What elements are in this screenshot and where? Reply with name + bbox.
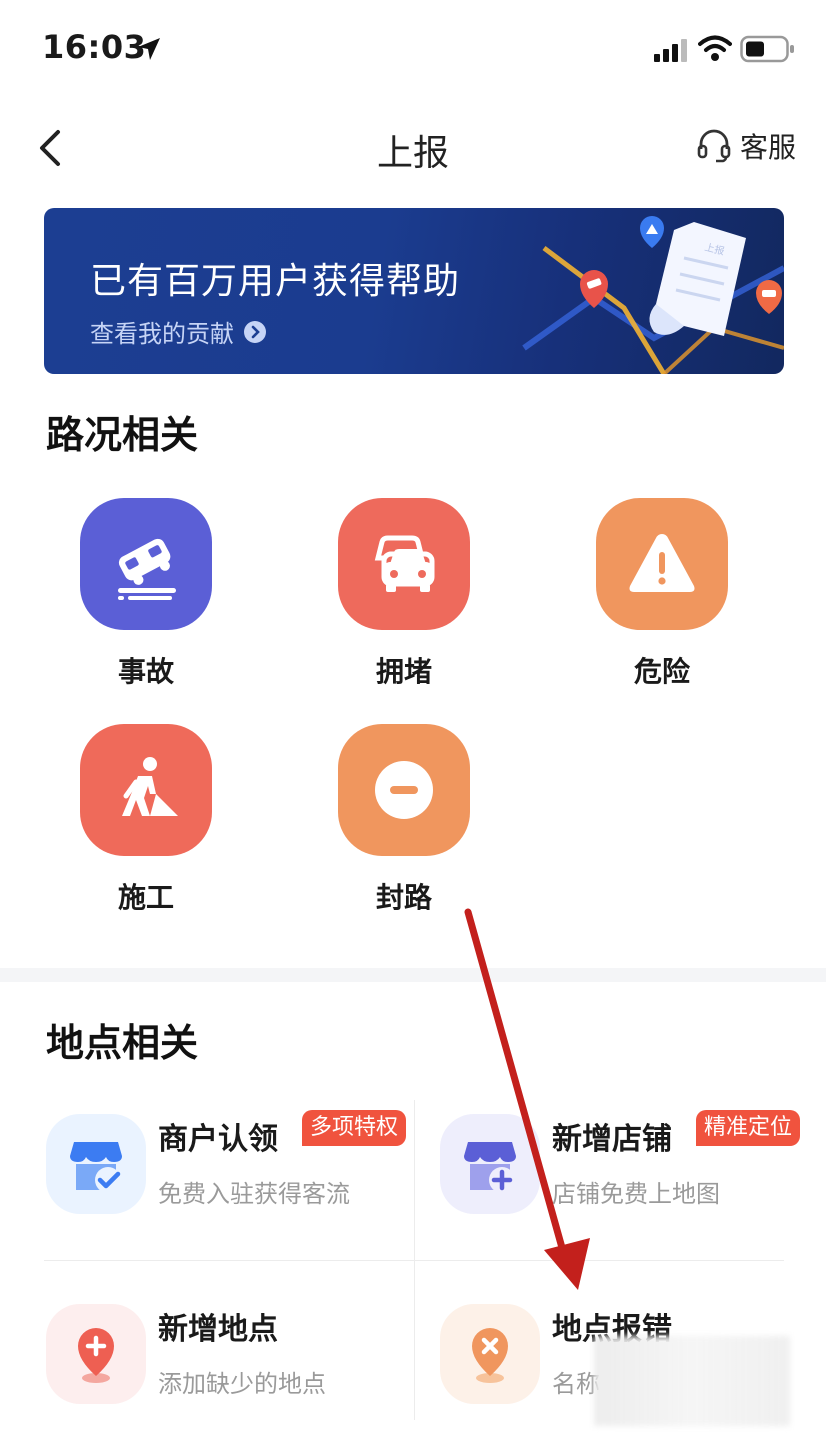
merchant-claim-subtitle: 免费入驻获得客流 — [158, 1180, 350, 1208]
customer-service-button[interactable]: 客服 — [696, 124, 796, 168]
add-store-badge: 精准定位 — [696, 1110, 801, 1146]
banner-link-text: 查看我的贡献 — [90, 320, 234, 348]
merchant-claim-icon-bg — [46, 1114, 146, 1214]
add-store-subtitle: 店铺免费上地图 — [552, 1180, 720, 1208]
danger-label: 危险 — [633, 655, 690, 688]
map-pin-blue-icon — [640, 216, 664, 248]
place-error-icon — [472, 1328, 508, 1383]
road-closed-tile — [338, 724, 470, 856]
place-error-icon-bg — [440, 1304, 540, 1404]
report-danger-button[interactable]: 危险 — [592, 498, 732, 698]
banner-illustration: 上报 — [522, 216, 784, 374]
add-place-icon-bg — [46, 1304, 146, 1404]
accident-label: 事故 — [117, 655, 174, 688]
headset-icon — [697, 129, 731, 163]
banner-title: 已有百万用户获得帮助 — [90, 261, 461, 302]
add-place-item[interactable]: 新增地点 添加缺少的地点 — [44, 1290, 414, 1451]
section-divider — [0, 968, 826, 982]
report-congestion-button[interactable]: 拥堵 — [334, 498, 474, 698]
customer-service-label: 客服 — [740, 131, 797, 164]
report-road-closed-button[interactable]: 封路 — [334, 724, 474, 924]
road-section-title: 路况相关 — [46, 413, 199, 457]
construction-label: 施工 — [117, 881, 174, 914]
danger-icon — [629, 534, 695, 592]
road-closed-label: 封路 — [375, 881, 432, 914]
add-store-icon-bg — [440, 1114, 540, 1214]
cellular-signal-icon — [654, 39, 687, 62]
report-slip-icon — [649, 222, 746, 336]
congestion-tile — [338, 498, 470, 630]
status-bar: 16:03 — [0, 0, 826, 100]
store-claim-icon — [70, 1142, 122, 1193]
add-place-title: 新增地点 — [158, 1312, 278, 1347]
nav-bar: 上报 客服 — [0, 110, 826, 190]
congestion-icon — [374, 535, 435, 592]
status-time: 16:03 — [42, 28, 147, 66]
place-section-title: 地点相关 — [46, 1021, 199, 1065]
danger-tile — [596, 498, 728, 630]
congestion-label: 拥堵 — [375, 655, 432, 688]
chevron-right-circle-icon — [244, 320, 266, 343]
report-accident-button[interactable]: 事故 — [76, 498, 216, 698]
location-arrow-icon — [138, 38, 160, 60]
add-store-title: 新增店铺 — [552, 1122, 672, 1157]
view-contribution-link[interactable]: 查看我的贡献 — [90, 314, 266, 349]
merchant-claim-item[interactable]: 商户认领 多项特权 免费入驻获得客流 — [44, 1100, 414, 1270]
place-error-subtitle: 名称 — [552, 1370, 600, 1398]
merchant-claim-badge: 多项特权 — [302, 1110, 407, 1146]
merchant-claim-title: 商户认领 — [158, 1122, 278, 1157]
store-add-icon — [464, 1142, 516, 1193]
accident-tile — [80, 498, 212, 630]
wifi-icon — [698, 35, 732, 61]
road-closed-icon — [375, 761, 433, 819]
accident-icon — [118, 538, 176, 600]
map-pin-orange-icon — [756, 280, 782, 314]
add-store-item[interactable]: 新增店铺 精准定位 店铺免费上地图 — [438, 1100, 808, 1270]
add-place-subtitle: 添加缺少的地点 — [158, 1370, 326, 1398]
contribution-banner[interactable]: 已有百万用户获得帮助 查看我的贡献 上报 — [44, 208, 784, 374]
battery-icon — [740, 35, 794, 63]
report-construction-button[interactable]: 施工 — [76, 724, 216, 924]
place-add-icon — [78, 1328, 114, 1383]
construction-icon — [122, 757, 178, 816]
blurred-region — [594, 1336, 790, 1426]
construction-tile — [80, 724, 212, 856]
